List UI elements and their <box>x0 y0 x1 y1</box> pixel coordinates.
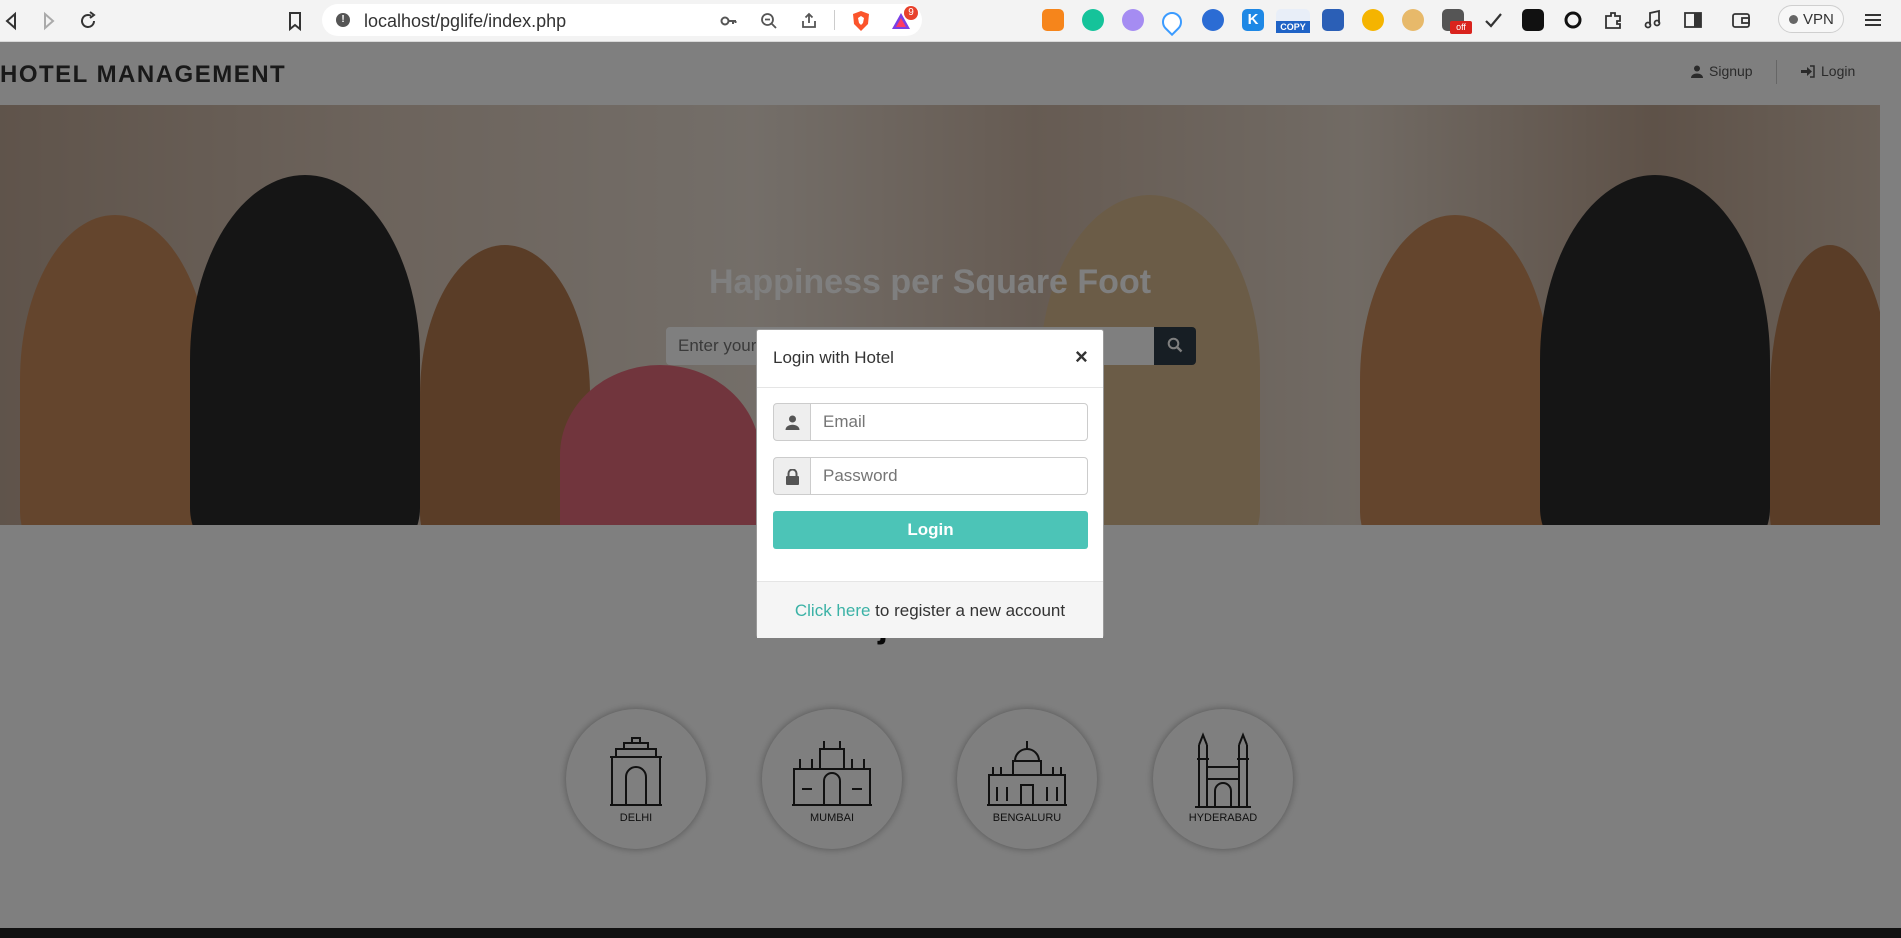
mask-extension-icon[interactable] <box>1522 9 1544 31</box>
reload-icon[interactable] <box>76 9 100 33</box>
email-input-group <box>773 403 1088 441</box>
window-extension-icon[interactable] <box>1322 9 1344 31</box>
music-icon[interactable] <box>1642 9 1664 31</box>
password-addon <box>773 457 811 495</box>
vpn-status-icon <box>1789 15 1798 24</box>
extensions-puzzle-icon[interactable] <box>1602 9 1624 31</box>
key-icon[interactable] <box>720 12 738 30</box>
tool-extension-icon[interactable] <box>1362 9 1384 31</box>
url-text[interactable]: localhost/pglife/index.php <box>364 11 566 32</box>
tiger-extension-icon[interactable] <box>1402 9 1424 31</box>
modal-header: Login with Hotel × <box>757 330 1103 388</box>
share-icon[interactable] <box>800 12 818 30</box>
vpn-button[interactable]: VPN <box>1778 5 1844 33</box>
rewards-badge: 9 <box>904 6 918 20</box>
modal-title: Login with Hotel <box>773 348 894 367</box>
k-extension-icon[interactable]: K <box>1242 9 1264 31</box>
vpn-label: VPN <box>1803 11 1834 28</box>
brave-shield-icon[interactable] <box>850 10 872 32</box>
feed-extension-icon[interactable]: off <box>1442 9 1472 34</box>
forward-icon[interactable] <box>36 9 60 33</box>
copy-extension-label: COPY <box>1276 21 1310 33</box>
close-icon[interactable]: × <box>1075 344 1088 370</box>
sidebar-toggle-icon[interactable] <box>1682 9 1704 31</box>
login-button[interactable]: Login <box>773 511 1088 549</box>
back-icon[interactable] <box>0 9 24 33</box>
off-badge: off <box>1450 21 1472 34</box>
proxy-extension-icon[interactable] <box>1202 9 1224 31</box>
droplet-icon[interactable] <box>1157 7 1187 37</box>
password-field[interactable] <box>810 457 1088 495</box>
browser-toolbar: ! localhost/pglife/index.php 9 K COPY of… <box>0 0 1901 42</box>
bookmark-icon[interactable] <box>283 9 307 33</box>
sync-icon[interactable] <box>1562 9 1584 31</box>
grammarly-icon[interactable] <box>1082 9 1104 31</box>
copy-extension-icon[interactable]: COPY <box>1276 9 1310 33</box>
register-link[interactable]: Click here <box>795 601 871 620</box>
cloud-extension-icon[interactable] <box>1122 9 1144 31</box>
address-bar[interactable]: ! localhost/pglife/index.php 9 <box>322 4 922 36</box>
user-icon <box>785 415 800 430</box>
register-prompt: Click here to register a new account <box>757 601 1103 621</box>
menu-icon[interactable] <box>1862 9 1884 31</box>
modal-footer: Click here to register a new account <box>757 581 1103 638</box>
password-input-group <box>773 457 1088 495</box>
zoom-icon[interactable] <box>760 12 778 30</box>
lock-icon <box>786 469 799 485</box>
metamask-icon[interactable] <box>1042 9 1064 31</box>
url-divider <box>834 10 835 30</box>
email-field[interactable] <box>810 403 1088 441</box>
email-addon <box>773 403 811 441</box>
check-icon[interactable] <box>1482 9 1504 31</box>
site-info-icon[interactable]: ! <box>336 13 350 27</box>
register-text: to register a new account <box>870 601 1066 620</box>
login-modal: Login with Hotel × Login Click here to r… <box>756 329 1104 638</box>
wallet-icon[interactable] <box>1730 9 1752 31</box>
